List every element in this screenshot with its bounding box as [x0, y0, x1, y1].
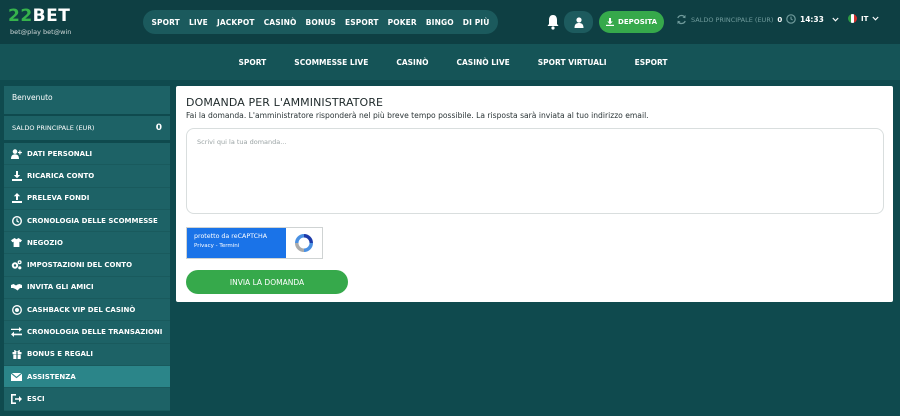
nav-live[interactable]: LIVE — [189, 18, 208, 27]
recaptcha-badge[interactable]: protetto da reCAPTCHA Privacy - Termini — [186, 227, 323, 259]
deposit-label: DEPOSITA — [618, 18, 657, 26]
sidebar-item-label: PRELEVA FONDI — [27, 194, 90, 203]
handshake-icon — [11, 282, 22, 293]
nav-poker[interactable]: POKER — [388, 18, 417, 27]
logo-prefix: 22 — [8, 6, 33, 26]
sidebar-item-transaction-history[interactable]: CRONOLOGIA DELLE TRANSAZIONI — [4, 321, 170, 344]
sidebar-item-bonus-gifts[interactable]: BONUS E REGALI — [4, 344, 170, 366]
italy-flag-icon — [848, 14, 857, 23]
nav-sport[interactable]: SPORT — [152, 18, 180, 27]
nav-bingo[interactable]: BINGO — [426, 18, 454, 27]
bell-icon[interactable] — [546, 14, 560, 30]
sidebar-item-label: CRONOLOGIA DELLE TRANSAZIONI — [27, 328, 163, 337]
header-balance-label: SALDO PRINCIPALE (EUR) — [691, 15, 774, 24]
header-balance-value: 0 — [777, 15, 783, 24]
sidebar-item-label: CASHBACK VIP DEL CASINÒ — [27, 305, 136, 314]
user-plus-icon — [11, 148, 22, 159]
sidebar-item-label: CRONOLOGIA DELLE SCOMMESSE — [27, 216, 158, 225]
envelope-icon — [11, 371, 22, 382]
nav-esport[interactable]: ESPORT — [345, 18, 379, 27]
download-icon — [11, 170, 22, 181]
sidebar-item-support[interactable]: ASSISTENZA — [4, 365, 170, 389]
sidebar-item-label: RICARICA CONTO — [27, 171, 95, 180]
logout-icon — [11, 393, 22, 404]
recaptcha-protected-text: protetto da reCAPTCHA — [194, 233, 268, 240]
sidebar-item-top-up[interactable]: RICARICA CONTO — [4, 165, 170, 188]
shirt-icon — [11, 237, 22, 248]
coin-icon — [11, 304, 22, 315]
sidebar-item-account-settings[interactable]: IMPOSTAZIONI DEL CONTO — [4, 254, 170, 277]
subnav-live-bets[interactable]: SCOMMESSE LIVE — [294, 58, 368, 67]
sidebar-item-bet-history[interactable]: CRONOLOGIA DELLE SCOMMESSE — [4, 210, 170, 233]
page-title: DOMANDA PER L'AMMINISTRATORE — [186, 96, 384, 109]
logo-slogan: bet@play bet@win — [10, 28, 72, 36]
subnav-sport[interactable]: SPORT — [238, 58, 266, 67]
page-subtitle: Fai la domanda. L'amministratore rispond… — [186, 111, 649, 120]
sidebar-balance-label: SALDO PRINCIPALE (EUR) — [12, 124, 95, 132]
download-icon — [606, 18, 615, 26]
deposit-button[interactable]: DEPOSITA — [599, 11, 664, 33]
question-input[interactable] — [186, 128, 884, 214]
clock-icon — [786, 14, 796, 24]
sidebar-item-invite-friends[interactable]: INVITA GLI AMICI — [4, 277, 170, 300]
main-nav: SPORT LIVE JACKPOT CASINÒ BONUS ESPORT P… — [143, 10, 498, 34]
subnav-virtual-sports[interactable]: SPORT VIRTUALI — [538, 58, 607, 67]
sub-nav: SPORT SCOMMESSE LIVE CASINÒ CASINÒ LIVE … — [0, 44, 900, 80]
top-header: 22BET bet@play bet@win SPORT LIVE JACKPO… — [0, 0, 900, 44]
recaptcha-links[interactable]: Privacy - Termini — [194, 243, 279, 249]
sidebar-balance: SALDO PRINCIPALE (EUR) 0 — [4, 116, 170, 140]
sidebar-item-label: NEGOZIO — [27, 238, 63, 247]
nav-jackpot[interactable]: JACKPOT — [217, 18, 255, 27]
exchange-icon — [11, 327, 22, 338]
gift-icon — [11, 349, 22, 360]
nav-bonus[interactable]: BONUS — [306, 18, 336, 27]
user-account-button[interactable] — [564, 11, 593, 33]
sidebar-item-shop[interactable]: NEGOZIO — [4, 232, 170, 255]
chevron-down-icon — [832, 17, 839, 22]
header-balance[interactable]: SALDO PRINCIPALE (EUR) 0 — [676, 14, 782, 25]
clock-time: 14:33 — [800, 14, 824, 24]
subnav-live-casino[interactable]: CASINÒ LIVE — [456, 58, 509, 67]
brand-logo[interactable]: 22BET bet@play bet@win — [8, 6, 98, 40]
sidebar-item-label: DATI PERSONALI — [27, 149, 93, 158]
sidebar-item-label: ASSISTENZA — [27, 372, 76, 381]
sidebar-item-label: BONUS E REGALI — [27, 350, 93, 359]
subnav-casino[interactable]: CASINÒ — [396, 58, 428, 67]
sidebar-item-logout[interactable]: ESCI — [4, 388, 170, 411]
chevron-down-icon — [872, 16, 879, 21]
sidebar-item-label: IMPOSTAZIONI DEL CONTO — [27, 261, 133, 270]
gears-icon — [11, 260, 22, 271]
sidebar-menu: DATI PERSONALI RICARICA CONTO PRELEVA FO… — [4, 143, 170, 411]
nav-more[interactable]: DI PIÙ — [463, 18, 490, 27]
clock-display[interactable]: 14:33 — [786, 14, 839, 24]
support-panel: DOMANDA PER L'AMMINISTRATORE Fai la doma… — [176, 86, 893, 302]
sidebar-item-label: ESCI — [27, 394, 45, 403]
refresh-icon — [677, 14, 686, 25]
language-code: IT — [861, 14, 869, 23]
user-icon — [574, 16, 583, 28]
sidebar-item-label: INVITA GLI AMICI — [27, 283, 94, 292]
language-selector[interactable]: IT — [848, 14, 879, 23]
account-sidebar: Benvenuto SALDO PRINCIPALE (EUR) 0 DATI … — [4, 86, 170, 411]
recaptcha-icon — [286, 228, 322, 258]
submit-question-button[interactable]: INVIA LA DOMANDA — [186, 270, 348, 294]
welcome-text: Benvenuto — [4, 86, 170, 114]
upload-icon — [11, 193, 22, 204]
nav-casino[interactable]: CASINÒ — [264, 18, 297, 27]
logo-name: BET — [32, 6, 71, 26]
sidebar-item-personal-data[interactable]: DATI PERSONALI — [4, 143, 170, 166]
subnav-esport[interactable]: ESPORT — [635, 58, 668, 67]
sidebar-item-vip-cashback[interactable]: CASHBACK VIP DEL CASINÒ — [4, 299, 170, 322]
sidebar-item-withdraw[interactable]: PRELEVA FONDI — [4, 188, 170, 210]
clock-icon — [11, 215, 22, 226]
sidebar-balance-value: 0 — [155, 123, 162, 133]
